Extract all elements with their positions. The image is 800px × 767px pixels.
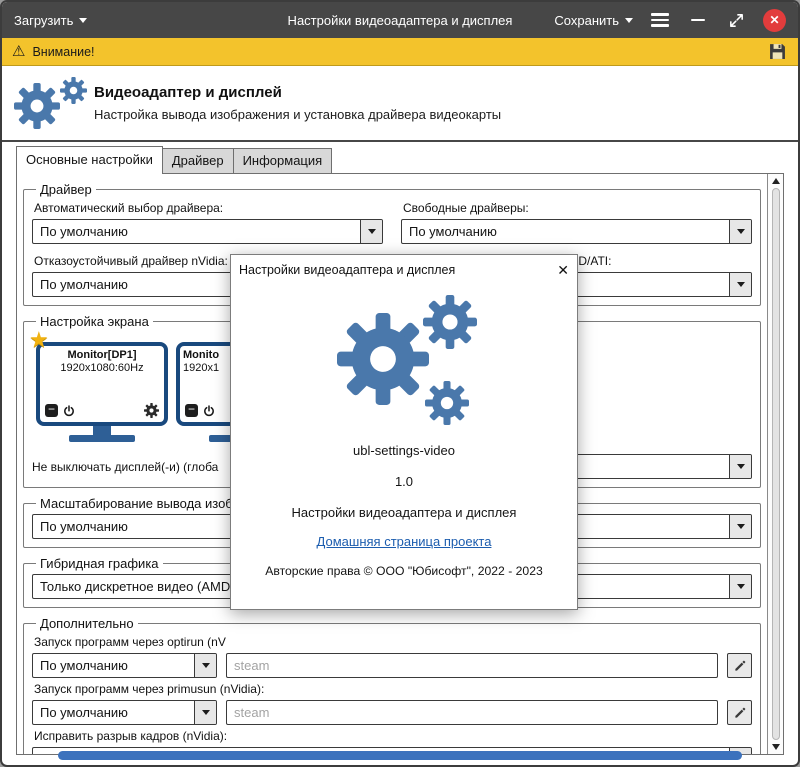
auto-driver-label: Автоматический выбор драйвера: <box>34 201 383 215</box>
menu-button[interactable] <box>649 9 671 31</box>
chevron-down-icon <box>625 18 633 23</box>
expand-icon <box>728 12 745 29</box>
chevron-down-icon <box>194 701 216 724</box>
primus-label: Запуск программ через primusun (nVidia): <box>34 682 752 696</box>
warning-bar: ⚠ Внимание! <box>2 38 798 66</box>
monitor-name: Monitor[DP1] <box>40 349 164 361</box>
chevron-down-icon <box>729 575 751 598</box>
chevron-down-icon <box>194 654 216 677</box>
save-menu-button[interactable]: Сохранить <box>554 13 633 28</box>
monitor-base <box>69 435 135 442</box>
app-gears-icon <box>12 75 94 131</box>
chevron-down-icon <box>79 18 87 23</box>
page-subtitle: Настройка вывода изображения и установка… <box>94 107 501 122</box>
power-icon[interactable] <box>202 404 216 418</box>
extra-group-legend: Дополнительно <box>36 616 138 631</box>
chevron-down-icon <box>729 455 751 478</box>
monitor-resolution: 1920x1080:60Hz <box>40 362 164 374</box>
vertical-scrollbar[interactable] <box>767 174 783 754</box>
auto-driver-select[interactable]: По умолчанию <box>32 219 383 244</box>
dialog-app-name: ubl-settings-video <box>353 443 455 458</box>
chevron-down-icon <box>360 220 382 243</box>
dialog-title: Настройки видеоадаптера и дисплея <box>239 263 455 277</box>
free-driver-label: Свободные драйверы: <box>403 201 752 215</box>
app-gears-icon <box>329 295 479 425</box>
dialog-description: Настройки видеоадаптера и дисплея <box>292 505 517 520</box>
dialog-titlebar: Настройки видеоадаптера и дисплея ✕ <box>231 255 577 281</box>
free-driver-select[interactable]: По умолчанию <box>401 219 752 244</box>
optirun-command-input[interactable] <box>226 653 718 678</box>
primus-select[interactable]: По умолчанию <box>32 700 217 725</box>
horizontal-scrollbar[interactable] <box>16 750 784 762</box>
tab-main-settings[interactable]: Основные настройки <box>16 146 163 174</box>
warning-icon: ⚠ <box>12 44 25 59</box>
hamburger-icon <box>651 13 669 27</box>
monitor-screen: Monitor[DP1] 1920x1080:60Hz − <box>36 342 168 426</box>
tearing-label: Исправить разрыв кадров (nVidia): <box>34 729 752 743</box>
window-titlebar: Загрузить Настройки видеоадаптера и дисп… <box>2 2 798 38</box>
close-button[interactable]: ✕ <box>763 9 786 32</box>
maximize-button[interactable] <box>725 9 747 31</box>
warning-label: Внимание! <box>32 45 94 59</box>
dialog-version: 1.0 <box>395 474 413 489</box>
scaling-group-legend: Масштабирование вывода изобр <box>36 496 244 511</box>
pencil-icon <box>733 659 747 673</box>
optirun-edit-button[interactable] <box>727 653 752 678</box>
floppy-icon <box>767 41 788 62</box>
minimize-icon <box>691 19 705 22</box>
chevron-down-icon <box>729 220 751 243</box>
optirun-select[interactable]: По умолчанию <box>32 653 217 678</box>
dpms-label: Не выключать дисплей(-и) (глоба <box>32 460 218 474</box>
window-title: Настройки видеоадаптера и дисплея <box>288 13 513 28</box>
monitor-widget-dp1[interactable]: ★ Monitor[DP1] 1920x1080:60Hz − <box>36 342 168 442</box>
hybrid-group-legend: Гибридная графика <box>36 556 163 571</box>
minimize-display-icon[interactable]: − <box>45 404 58 417</box>
primus-edit-button[interactable] <box>727 700 752 725</box>
save-menu-label: Сохранить <box>554 13 619 28</box>
vertical-scrollbar-thumb[interactable] <box>772 188 780 740</box>
dialog-body: ubl-settings-video 1.0 Настройки видеоад… <box>231 281 577 609</box>
horizontal-scrollbar-thumb[interactable] <box>58 751 742 760</box>
primus-row: По умолчанию <box>32 700 752 725</box>
tab-information[interactable]: Информация <box>233 148 333 173</box>
monitor-settings-gear-icon[interactable] <box>144 403 159 418</box>
app-header: Видеоадаптер и дисплей Настройка вывода … <box>2 66 798 142</box>
primus-command-input[interactable] <box>226 700 718 725</box>
about-dialog: Настройки видеоадаптера и дисплея ✕ ubl-… <box>230 254 578 610</box>
monitor-stand <box>93 426 111 435</box>
favorite-star-icon: ★ <box>29 329 49 351</box>
close-icon: ✕ <box>769 14 779 26</box>
homepage-link[interactable]: Домашняя страница проекта <box>317 534 492 549</box>
driver-group-legend: Драйвер <box>36 182 96 197</box>
pencil-icon <box>733 706 747 720</box>
app-header-text: Видеоадаптер и дисплей Настройка вывода … <box>94 84 501 122</box>
dialog-close-button[interactable]: ✕ <box>557 263 569 277</box>
tab-bar: Основные настройки Драйвер Информация <box>16 146 798 173</box>
titlebar-controls: Сохранить ✕ <box>554 9 786 32</box>
load-menu-button[interactable]: Загрузить <box>14 13 87 28</box>
chevron-down-icon <box>729 515 751 538</box>
scroll-up-icon[interactable] <box>772 178 780 184</box>
minimize-display-icon[interactable]: − <box>185 404 198 417</box>
tab-driver[interactable]: Драйвер <box>162 148 234 173</box>
extra-group: Дополнительно Запуск программ через opti… <box>23 616 761 755</box>
save-config-button[interactable] <box>767 41 788 62</box>
close-icon: ✕ <box>557 262 569 278</box>
chevron-down-icon <box>729 273 751 296</box>
power-icon[interactable] <box>62 404 76 418</box>
auto-driver-field: Автоматический выбор драйвера: По умолча… <box>32 200 383 244</box>
app-window: Загрузить Настройки видеоадаптера и дисп… <box>0 0 800 767</box>
free-driver-field: Свободные драйверы: По умолчанию <box>401 200 752 244</box>
optirun-label: Запуск программ через optirun (nV <box>34 635 752 649</box>
minimize-button[interactable] <box>687 9 709 31</box>
page-title: Видеоадаптер и дисплей <box>94 84 501 101</box>
optirun-row: По умолчанию <box>32 653 752 678</box>
dialog-copyright: Авторские права © ООО "Юбисофт", 2022 - … <box>265 564 543 578</box>
load-menu-label: Загрузить <box>14 13 73 28</box>
screen-group-legend: Настройка экрана <box>36 314 153 329</box>
